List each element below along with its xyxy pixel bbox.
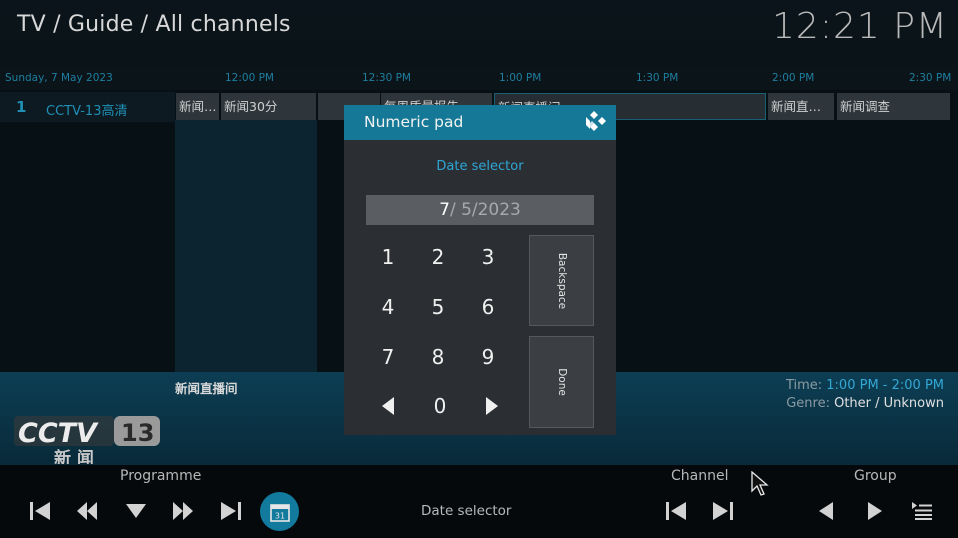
channel-logo: CCTV 13 新 闻: [14, 416, 160, 464]
fast-forward-icon[interactable]: [167, 498, 199, 524]
channel-next-icon[interactable]: [707, 498, 739, 524]
channel-name: CCTV-13高清: [46, 104, 128, 119]
svg-text:CCTV: CCTV: [18, 418, 99, 449]
timeline: Sunday, 7 May 2023 12:00 PM 12:30 PM 1:0…: [0, 66, 958, 90]
mouse-pointer-icon: [751, 471, 769, 496]
programme-cell[interactable]: 新闻直…: [768, 93, 834, 120]
done-label: Done: [555, 368, 568, 396]
date-selector-label: Date selector: [421, 503, 512, 519]
down-arrow-icon[interactable]: [120, 498, 152, 524]
dialog-header: Numeric pad: [344, 105, 616, 140]
rewind-icon[interactable]: [71, 498, 103, 524]
programme-title: 新闻直播间: [175, 381, 238, 396]
key-8[interactable]: 8: [416, 337, 460, 377]
programme-genre: Genre: Other / Unknown: [786, 396, 944, 411]
dialog-subtitle: Date selector: [436, 159, 524, 174]
timeline-date: Sunday, 7 May 2023: [5, 72, 113, 84]
programme-cell[interactable]: 新闻…: [176, 93, 219, 120]
time-value: 1:00 PM - 2:00 PM: [826, 378, 944, 393]
backspace-label: Backspace: [555, 252, 568, 309]
svg-text:新 闻: 新 闻: [54, 448, 94, 464]
key-9[interactable]: 9: [466, 337, 510, 377]
time-slot: 12:00 PM: [225, 72, 274, 84]
arrow-left-icon[interactable]: [366, 386, 410, 426]
playlist-icon[interactable]: [906, 498, 938, 524]
date-input-current: 7: [439, 200, 450, 220]
breadcrumb: TV / Guide / All channels: [17, 12, 291, 37]
kodi-logo-icon: [586, 111, 606, 131]
key-2[interactable]: 2: [416, 237, 460, 277]
key-4[interactable]: 4: [366, 287, 410, 327]
time-slot: 2:00 PM: [772, 72, 815, 84]
skip-forward-icon[interactable]: [215, 498, 247, 524]
backspace-button[interactable]: Backspace: [529, 235, 594, 326]
svg-text:31: 31: [274, 511, 284, 520]
programme-cell[interactable]: 新闻调查: [837, 93, 950, 120]
skip-back-icon[interactable]: [24, 498, 56, 524]
group-prev-icon[interactable]: [810, 498, 842, 524]
key-5[interactable]: 5: [416, 287, 460, 327]
channel-prev-icon[interactable]: [660, 498, 692, 524]
time-slot: 1:00 PM: [499, 72, 542, 84]
key-1[interactable]: 1: [366, 237, 410, 277]
group-group-label: Group: [854, 468, 897, 484]
time-slot: 2:30 PM: [909, 72, 952, 84]
arrow-right-icon[interactable]: [470, 386, 514, 426]
genre-value: Other / Unknown: [834, 396, 944, 411]
genre-label: Genre:: [786, 396, 835, 411]
svg-text:13: 13: [121, 419, 154, 447]
programme-cell[interactable]: 新闻30分: [221, 93, 316, 120]
key-6[interactable]: 6: [466, 287, 510, 327]
done-button[interactable]: Done: [529, 336, 594, 428]
time-slot: 1:30 PM: [636, 72, 679, 84]
dialog-title: Numeric pad: [364, 113, 464, 131]
time-slot: 12:30 PM: [362, 72, 411, 84]
key-7[interactable]: 7: [366, 337, 410, 377]
clock: 12:21 PM: [772, 6, 948, 47]
date-input-rest: / 5/2023: [449, 200, 521, 220]
channel-group-label: Channel: [671, 468, 729, 484]
channel-row[interactable]: 1 CCTV-13高清: [0, 92, 175, 122]
key-0[interactable]: 0: [418, 386, 462, 426]
now-highlight-column: [175, 120, 317, 372]
programme-group-label: Programme: [120, 468, 202, 484]
numeric-pad-dialog: Numeric pad Date selector 7/ 5/2023 1 2 …: [344, 105, 616, 435]
channel-number: 1: [16, 98, 27, 116]
bottom-bar: Programme Channel Group 31 Date selector: [0, 465, 958, 538]
calendar-icon[interactable]: 31: [260, 492, 299, 531]
programme-time: Time: 1:00 PM - 2:00 PM: [786, 378, 944, 393]
group-next-icon[interactable]: [859, 498, 891, 524]
key-3[interactable]: 3: [466, 237, 510, 277]
header: TV / Guide / All channels 12:21 PM: [0, 0, 958, 66]
time-label: Time:: [785, 378, 827, 393]
date-input-field[interactable]: 7/ 5/2023: [366, 195, 594, 225]
